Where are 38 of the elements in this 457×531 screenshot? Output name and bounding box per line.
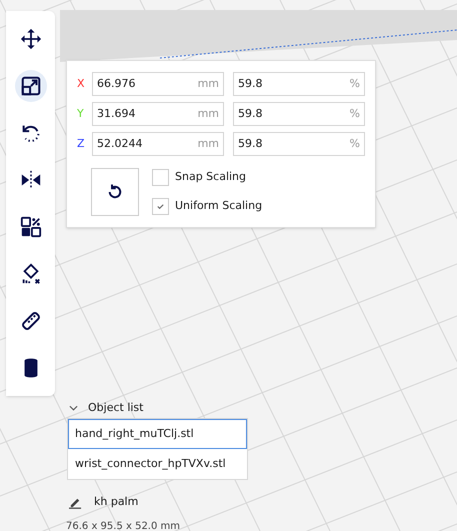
ruler-icon (20, 310, 42, 332)
percent-field[interactable]: 59.8 % (233, 72, 365, 96)
percent-value: 59.8 (238, 76, 262, 92)
settings-grid-icon (20, 216, 42, 238)
checkbox[interactable] (152, 169, 169, 186)
unit-label: mm (198, 136, 219, 152)
option-label: Snap Scaling (175, 169, 246, 186)
size-field[interactable]: 52.0244 mm (92, 132, 224, 156)
unit-label: mm (198, 106, 219, 122)
move-icon (20, 28, 42, 50)
size-value: 66.976 (97, 76, 136, 92)
job-dimensions: 76.6 x 95.5 x 52.0 mm (66, 520, 182, 531)
unit-label: % (350, 106, 360, 122)
size-value: 31.694 (97, 106, 136, 122)
reset-icon (106, 183, 124, 201)
percent-value: 59.8 (238, 106, 262, 122)
tool-button[interactable] (14, 70, 46, 102)
reset-button[interactable] (91, 168, 139, 216)
axis-label: Y (77, 106, 85, 122)
object-item[interactable]: wrist_connector_hpTVXv.stl (68, 449, 247, 479)
scale-icon (20, 75, 42, 97)
unit-label: % (350, 76, 360, 92)
axis-label: Z (77, 136, 86, 152)
percent-field[interactable]: 59.8 % (233, 132, 365, 156)
checkbox[interactable] (152, 198, 169, 215)
size-value: 52.0244 (97, 136, 142, 152)
option-label: Uniform Scaling (175, 198, 262, 214)
axis-label: X (77, 76, 86, 92)
job-name: kh palm (94, 494, 138, 510)
object-item[interactable]: hand_right_muTClj.stl (68, 419, 247, 449)
percent-value: 59.8 (238, 136, 262, 152)
object-list-toggle[interactable]: Object list (69, 399, 144, 417)
size-field[interactable]: 31.694 mm (92, 102, 224, 126)
unit-label: mm (198, 76, 219, 92)
unit-label: % (350, 136, 360, 152)
percent-field[interactable]: 59.8 % (233, 102, 365, 126)
size-field[interactable]: 66.976 mm (92, 72, 224, 96)
check-icon (156, 202, 165, 211)
